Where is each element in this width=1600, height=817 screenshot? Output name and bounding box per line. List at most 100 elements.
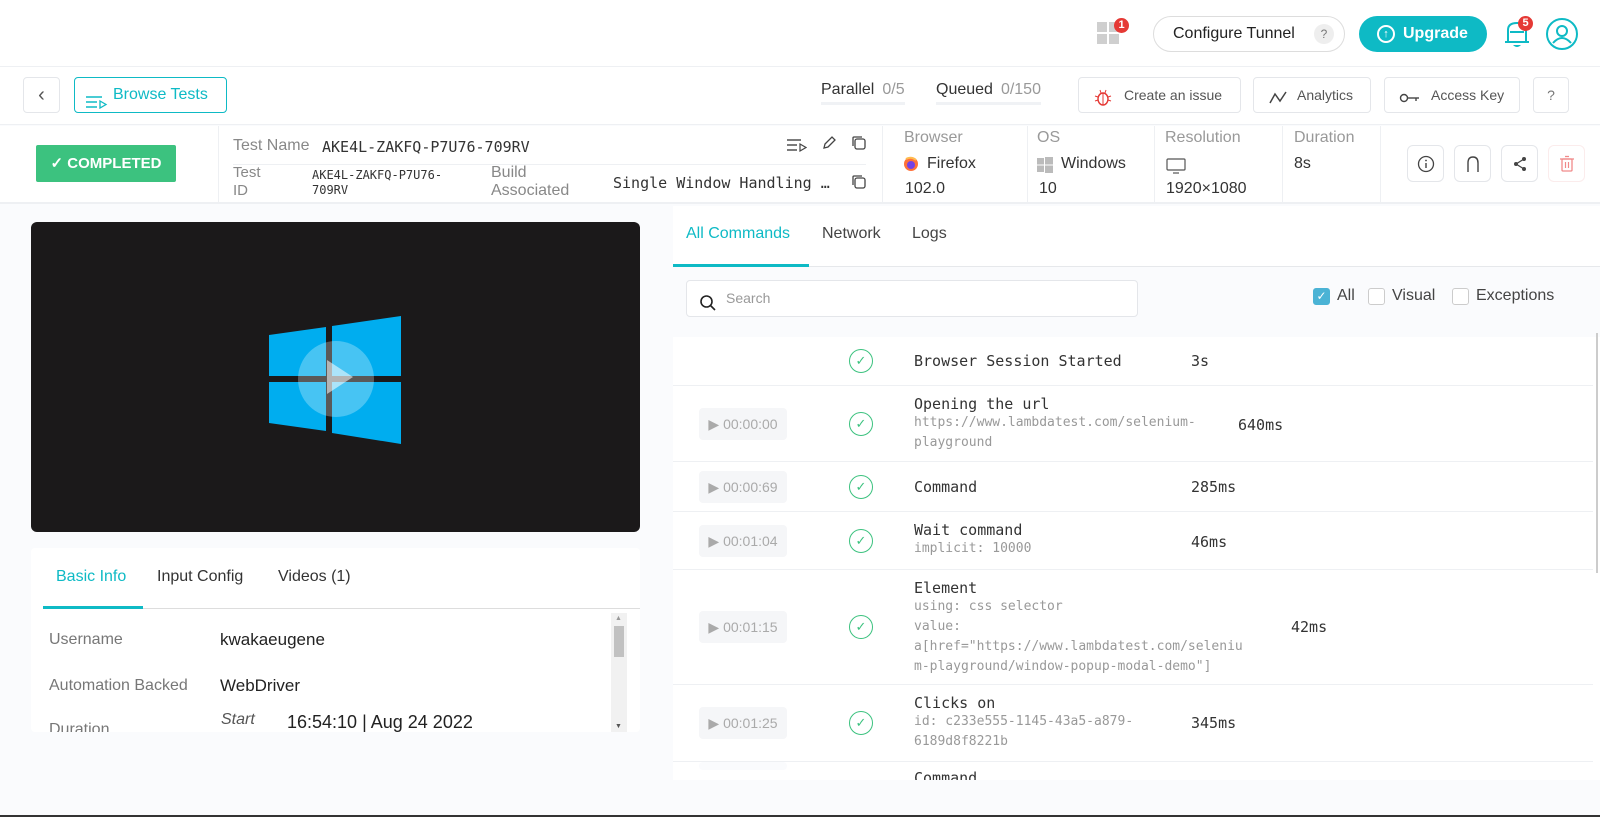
help-button[interactable]: ? [1533,77,1569,113]
command-name: Element [914,579,978,597]
list-play-icon [86,88,108,122]
analytics-button[interactable]: Analytics [1253,77,1371,113]
copy-build-icon[interactable] [851,174,867,195]
timestamp-button[interactable]: ▶ 00:00:00 [699,408,787,440]
timestamp-button[interactable] [699,762,787,770]
divider [882,126,883,204]
back-button[interactable]: ‹ [23,77,60,113]
divider [1027,126,1028,204]
bug-icon [1093,86,1113,120]
build-value[interactable]: Single Window Handling … [613,174,830,192]
command-detail: 6189d8f8221b [914,734,1008,749]
analytics-label: Analytics [1297,87,1354,103]
command-content: Clicks on id: c233e555-1145-43a5-a879- 6… [914,694,1133,752]
share-button[interactable] [1501,145,1538,182]
test-id-label-line1: Test [233,164,261,181]
test-id-line2: 709RV [312,183,349,197]
tab-logs[interactable]: Logs [912,225,947,243]
command-row[interactable]: ▶ 00:00:69 ✓ Command 285ms [673,462,1593,512]
user-avatar-icon[interactable] [1546,18,1578,50]
windows-logo-icon [269,316,401,444]
divider [1380,126,1381,204]
tunnel-help-icon[interactable]: ? [1314,24,1334,44]
test-id-label: Test ID [233,164,261,200]
checkbox-icon [1368,288,1385,305]
os-version: 10 [1039,180,1057,197]
tab-videos[interactable]: Videos (1) [278,568,351,586]
checkbox-icon [1452,288,1469,305]
command-detail: using: css selector [914,599,1063,614]
timestamp-button[interactable]: ▶ 00:01:04 [699,525,787,557]
start-value: 16:54:10 | Aug 24 2022 [287,712,473,732]
resolution-value: 1920×1080 [1166,180,1247,197]
filter-visual-label: Visual [1392,287,1436,304]
share-icon [1512,155,1528,172]
command-row[interactable]: Command [673,762,1593,780]
tab-network[interactable]: Network [822,225,881,243]
commands-scrollbar[interactable] [1596,333,1598,573]
filter-bar: Search ✓ All Visual Exceptions [673,267,1600,337]
info-scrollbar[interactable]: ▲ ▼ [611,613,627,732]
command-row[interactable]: ▶ 00:01:15 ✓ Element using: css selector… [673,570,1593,685]
commands-panel: All Commands Network Logs Search ✓ All Vi… [673,206,1600,780]
command-row[interactable]: ▶ 00:01:25 ✓ Clicks on id: c233e555-1145… [673,685,1593,762]
timestamp-button[interactable]: ▶ 00:01:25 [699,707,787,739]
tab-input-config[interactable]: Input Config [157,568,243,586]
test-id-line1: AKE4L-ZAKFQ-P7U76- [312,168,443,182]
checkbox-checked-icon: ✓ [1313,288,1330,305]
command-row[interactable]: ✓ Browser Session Started 3s [673,337,1593,386]
key-icon [1399,86,1421,120]
test-toolbar: ‹ Browse Tests Parallel 0/5 Queued 0/150 C… [0,67,1600,125]
command-duration: 3s [1191,352,1210,370]
command-row[interactable]: ▶ 00:00:00 ✓ Opening the url https://www… [673,386,1593,462]
command-detail: https://www.lambdatest.com/selenium- [914,415,1196,430]
windows-icon [1037,157,1053,178]
filter-all-label: All [1337,287,1355,304]
command-content: Wait command implicit: 10000 [914,521,1031,559]
duration-row: Duration Start 16:54:10 | Aug 24 2022 [31,708,611,732]
timestamp-button[interactable]: ▶ 00:00:69 [699,471,787,503]
analytics-line-icon [1268,86,1288,120]
tab-all-commands[interactable]: All Commands [686,225,790,243]
copy-name-icon[interactable] [851,135,867,156]
edit-pencil-icon[interactable] [821,135,837,156]
command-detail: id: c233e555-1145-43a5-a879- [914,714,1134,729]
delete-button[interactable] [1548,145,1585,182]
success-check-icon: ✓ [849,529,873,553]
filter-all-checkbox[interactable]: ✓ All [1313,287,1355,305]
start-label: Start [221,711,255,728]
browse-tests-button[interactable]: Browse Tests [74,77,227,113]
command-detail: playground [914,435,993,450]
success-check-icon: ✓ [849,475,873,499]
scrollbar-thumb[interactable] [614,626,624,657]
create-issue-button[interactable]: Create an issue [1078,77,1241,113]
search-icon [699,290,717,325]
scroll-down-icon[interactable]: ▼ [615,723,622,730]
video-player[interactable] [31,222,640,532]
upgrade-button[interactable]: ↑ Upgrade [1359,16,1487,52]
queued-counter: Queued 0/150 [936,81,1041,105]
filter-visual-checkbox[interactable]: Visual [1368,287,1435,305]
command-content: Opening the url https://www.lambdatest.c… [914,395,1196,453]
tab-basic-info[interactable]: Basic Info [56,568,126,586]
test-id-label-line2: ID [233,182,248,199]
test-name-label: Test Name [233,137,310,154]
search-input[interactable]: Search [686,280,1138,317]
command-name: Browser Session Started [914,352,1122,370]
command-duration: 285ms [1191,478,1237,496]
parallel-counter: Parallel 0/5 [821,81,905,105]
command-row[interactable]: ▶ 00:01:04 ✓ Wait command implicit: 1000… [673,512,1593,570]
command-duration: 640ms [1238,416,1284,434]
info-icon [1417,155,1435,172]
list-play-icon[interactable] [787,138,808,157]
filter-exceptions-checkbox[interactable]: Exceptions [1452,287,1554,305]
command-content: Element using: css selector value: a[hre… [914,579,1243,677]
access-key-label: Access Key [1431,87,1505,103]
tunnel-button[interactable] [1454,145,1491,182]
info-button[interactable] [1407,145,1444,182]
configure-tunnel-button[interactable]: Configure Tunnel ? [1153,16,1345,52]
access-key-button[interactable]: Access Key [1384,77,1520,113]
timestamp-button[interactable]: ▶ 00:01:15 [699,611,787,643]
scroll-up-icon[interactable]: ▲ [615,615,622,622]
notifications-badge: 5 [1518,16,1533,31]
